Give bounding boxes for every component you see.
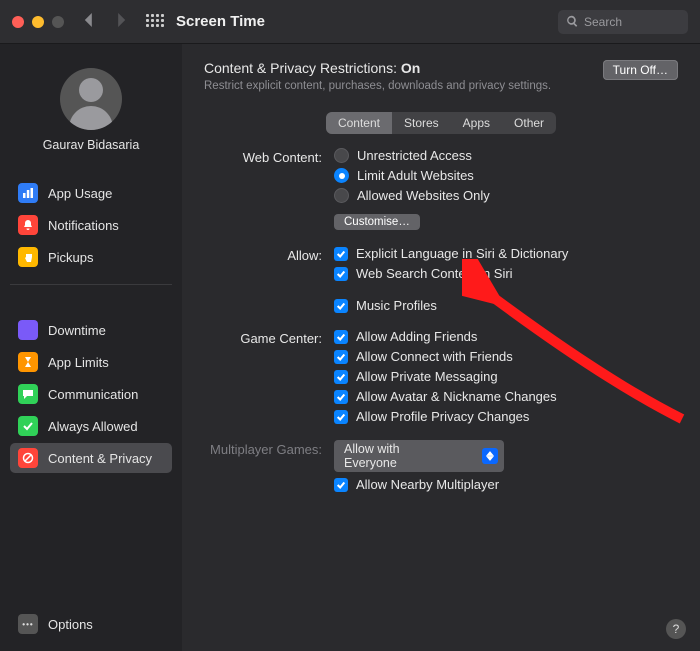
checkbox-row[interactable]: Web Search Content in Siri <box>334 266 568 281</box>
checkbox-checked-icon <box>334 299 348 313</box>
checkbox-label: Allow Private Messaging <box>356 369 498 384</box>
checkbox-checked-icon <box>334 478 348 492</box>
main-panel: Content & Privacy Restrictions: On Restr… <box>182 44 700 651</box>
sidebar-item-label: Notifications <box>48 218 119 233</box>
multiplayer-value: Allow with Everyone <box>344 442 454 470</box>
checkbox-row[interactable]: Allow Avatar & Nickname Changes <box>334 389 557 404</box>
chevron-updown-icon <box>482 448 498 464</box>
checkbox-checked-icon <box>334 390 348 404</box>
window-title: Screen Time <box>176 13 265 30</box>
avatar-icon <box>60 68 122 130</box>
customise-button[interactable]: Customise… <box>334 214 420 230</box>
checkbox-label: Allow Profile Privacy Changes <box>356 409 529 424</box>
bubble-icon <box>18 384 38 404</box>
tab-stores[interactable]: Stores <box>392 112 451 134</box>
zoom-window-icon[interactable] <box>52 16 64 28</box>
tab-apps[interactable]: Apps <box>451 112 502 134</box>
hand-icon <box>18 247 38 267</box>
back-icon[interactable] <box>82 13 96 30</box>
title-bar: Screen Time Search <box>0 0 700 44</box>
checkbox-row[interactable]: Allow Connect with Friends <box>334 349 557 364</box>
username-label: Gaurav Bidasaria <box>43 138 140 152</box>
forward-icon <box>114 13 128 30</box>
checkbox-label: Music Profiles <box>356 298 437 313</box>
gamecenter-label: Game Center: <box>204 329 334 424</box>
allow-label: Allow: <box>204 246 334 313</box>
nearby-multiplayer-label: Allow Nearby Multiplayer <box>356 477 499 492</box>
sidebar-item-label: App Usage <box>48 186 112 201</box>
sidebar-separator <box>10 284 172 285</box>
sidebar: Gaurav Bidasaria App Usage Notifications P… <box>0 44 182 651</box>
checkbox-checked-icon <box>334 410 348 424</box>
search-input[interactable]: Search <box>558 10 688 34</box>
checkbox-label: Allow Adding Friends <box>356 329 477 344</box>
search-placeholder: Search <box>584 15 622 29</box>
window-controls <box>12 16 64 28</box>
radio-icon <box>334 148 349 163</box>
checkbox-row[interactable]: Allow Adding Friends <box>334 329 557 344</box>
options-button[interactable]: ••• Options <box>10 609 172 639</box>
sidebar-item-notifications[interactable]: Notifications <box>10 210 172 240</box>
web-option-radio[interactable]: Unrestricted Access <box>334 148 490 163</box>
sidebar-item-label: Content & Privacy <box>48 451 152 466</box>
checkbox-row[interactable]: Allow Private Messaging <box>334 369 557 384</box>
checkbox-checked-icon <box>334 247 348 261</box>
sidebar-item-pickups[interactable]: Pickups <box>10 242 172 272</box>
page-subtitle: Restrict explicit content, purchases, do… <box>204 80 551 92</box>
bars-icon <box>18 183 38 203</box>
sidebar-item-downtime[interactable]: Downtime <box>10 315 172 345</box>
radio-icon <box>334 188 349 203</box>
checkbox-checked-icon <box>334 350 348 364</box>
nav-arrows <box>82 13 128 30</box>
nosign-icon <box>18 448 38 468</box>
radio-label: Limit Adult Websites <box>357 168 474 183</box>
hourglass-icon <box>18 352 38 372</box>
tab-bar: ContentStoresAppsOther <box>326 112 556 134</box>
web-option-radio[interactable]: Limit Adult Websites <box>334 168 490 183</box>
sidebar-item-app-limits[interactable]: App Limits <box>10 347 172 377</box>
sidebar-item-app-usage[interactable]: App Usage <box>10 178 172 208</box>
web-content-label: Web Content: <box>204 148 334 230</box>
sidebar-item-content-privacy[interactable]: Content & Privacy <box>10 443 172 473</box>
sidebar-item-label: Pickups <box>48 250 94 265</box>
nearby-multiplayer-checkbox[interactable]: Allow Nearby Multiplayer <box>334 477 504 492</box>
apps-grid-icon[interactable] <box>146 14 162 30</box>
turn-off-button[interactable]: Turn Off… <box>603 60 678 80</box>
multiplayer-label: Multiplayer Games: <box>204 440 334 492</box>
tab-other[interactable]: Other <box>502 112 556 134</box>
close-window-icon[interactable] <box>12 16 24 28</box>
radio-label: Unrestricted Access <box>357 148 472 163</box>
checkbox-row[interactable]: Explicit Language in Siri & Dictionary <box>334 246 568 261</box>
web-option-radio[interactable]: Allowed Websites Only <box>334 188 490 203</box>
checkbox-checked-icon <box>334 267 348 281</box>
help-button[interactable]: ? <box>666 619 686 639</box>
checkbox-label: Allow Connect with Friends <box>356 349 513 364</box>
sidebar-item-label: Downtime <box>48 323 106 338</box>
sidebar-item-label: App Limits <box>48 355 109 370</box>
ellipsis-icon: ••• <box>18 614 38 634</box>
checkbox-checked-icon <box>334 370 348 384</box>
radio-label: Allowed Websites Only <box>357 188 490 203</box>
sidebar-item-label: Always Allowed <box>48 419 138 434</box>
tab-content[interactable]: Content <box>326 112 392 134</box>
check-icon <box>18 416 38 436</box>
moon-icon <box>18 320 38 340</box>
user-profile[interactable]: Gaurav Bidasaria <box>10 68 172 152</box>
checkbox-label: Allow Avatar & Nickname Changes <box>356 389 557 404</box>
radio-icon <box>334 168 349 183</box>
minimize-window-icon[interactable] <box>32 16 44 28</box>
search-icon <box>566 15 579 28</box>
checkbox-label: Explicit Language in Siri & Dictionary <box>356 246 568 261</box>
checkbox-row[interactable]: Music Profiles <box>334 298 568 313</box>
sidebar-item-communication[interactable]: Communication <box>10 379 172 409</box>
bell-icon <box>18 215 38 235</box>
checkbox-checked-icon <box>334 330 348 344</box>
page-title: Content & Privacy Restrictions: On <box>204 60 551 76</box>
checkbox-label: Web Search Content in Siri <box>356 266 513 281</box>
checkbox-row[interactable]: Allow Profile Privacy Changes <box>334 409 557 424</box>
options-label: Options <box>48 617 93 632</box>
sidebar-item-always-allowed[interactable]: Always Allowed <box>10 411 172 441</box>
sidebar-item-label: Communication <box>48 387 138 402</box>
multiplayer-select[interactable]: Allow with Everyone <box>334 440 504 472</box>
